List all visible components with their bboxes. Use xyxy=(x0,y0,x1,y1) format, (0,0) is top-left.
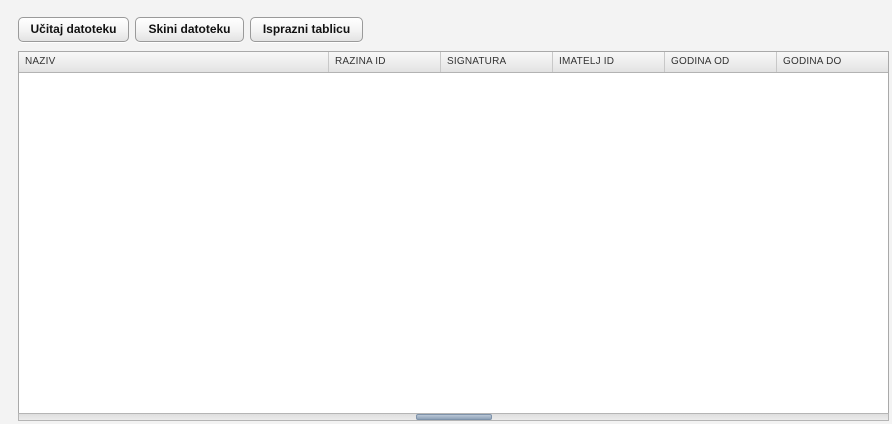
scrollbar-thumb[interactable] xyxy=(416,414,492,420)
column-header-imatelj-id[interactable]: IMATELJ ID xyxy=(553,52,665,72)
data-table: NAZIV RAZINA ID SIGNATURA IMATELJ ID GOD… xyxy=(18,51,889,414)
clear-table-button[interactable]: Isprazni tablicu xyxy=(250,17,363,42)
table-header: NAZIV RAZINA ID SIGNATURA IMATELJ ID GOD… xyxy=(19,52,888,73)
table-body[interactable] xyxy=(19,73,888,413)
column-header-naziv[interactable]: NAZIV xyxy=(19,52,329,72)
column-header-godina-do[interactable]: GODINA DO xyxy=(777,52,888,72)
column-header-signatura[interactable]: SIGNATURA xyxy=(441,52,553,72)
download-file-button[interactable]: Skini datoteku xyxy=(135,17,244,42)
horizontal-scrollbar[interactable] xyxy=(18,413,889,421)
column-header-razina-id[interactable]: RAZINA ID xyxy=(329,52,441,72)
column-header-godina-od[interactable]: GODINA OD xyxy=(665,52,777,72)
load-file-button[interactable]: Učitaj datoteku xyxy=(18,17,129,42)
